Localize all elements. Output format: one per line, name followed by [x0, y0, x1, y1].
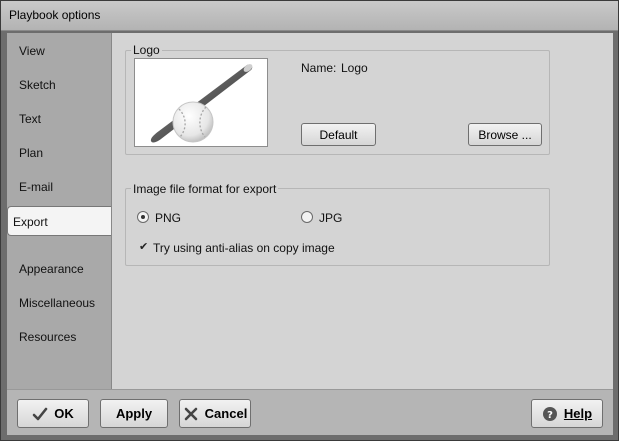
sidebar-item-sketch[interactable]: Sketch [7, 71, 111, 99]
logo-name-value: Logo [341, 61, 368, 75]
sidebar-item-plan[interactable]: Plan [7, 139, 111, 167]
cancel-button-label: Cancel [204, 406, 248, 421]
browse-button[interactable]: Browse ... [468, 123, 542, 146]
png-radio-label[interactable]: PNG [155, 211, 181, 225]
window-title: Playbook options [9, 8, 101, 22]
sidebar-item-label: Text [19, 112, 42, 126]
sidebar-item-label: Plan [19, 146, 44, 160]
sidebar-item-miscellaneous[interactable]: Miscellaneous [7, 289, 111, 317]
sidebar-item-view[interactable]: View [7, 37, 111, 65]
ok-button[interactable]: OK [17, 399, 89, 428]
options-window: Playbook options View Sketch Text Plan E… [0, 0, 619, 441]
sidebar-item-resources[interactable]: Resources [7, 323, 111, 351]
sidebar-item-label: Export [13, 215, 48, 229]
sidebar-item-label: E-mail [19, 180, 54, 194]
cancel-button[interactable]: Cancel [179, 399, 251, 428]
sidebar-item-label: View [19, 44, 45, 58]
ok-button-label: OK [54, 406, 74, 421]
apply-button[interactable]: Apply [100, 399, 168, 428]
sidebar-item-label: Resources [19, 330, 77, 344]
logo-group-legend: Logo [131, 43, 162, 57]
apply-button-label: Apply [115, 406, 153, 421]
radio-selected-dot [141, 215, 145, 219]
baseball-bat-icon [150, 64, 253, 143]
title-bar[interactable]: Playbook options [1, 1, 618, 31]
jpg-radio[interactable] [301, 211, 313, 223]
jpg-radio-label[interactable]: JPG [319, 211, 342, 225]
sidebar-item-email[interactable]: E-mail [7, 173, 111, 201]
sidebar-item-label: Sketch [19, 78, 56, 92]
sidebar-item-label: Appearance [19, 262, 84, 276]
sidebar-item-text[interactable]: Text [7, 105, 111, 133]
help-button-label: Help [563, 406, 593, 421]
help-icon: ? [542, 406, 558, 422]
checkmark-icon [32, 406, 48, 422]
button-bar [7, 389, 613, 435]
logo-name-label: Name: [301, 61, 337, 75]
export-format-legend: Image file format for export [131, 182, 279, 196]
sidebar-item-label: Miscellaneous [19, 296, 96, 310]
antialias-checkbox-label[interactable]: Try using anti-alias on copy image [153, 241, 335, 255]
antialias-checkbox[interactable]: ✔ [139, 242, 149, 253]
cross-icon [183, 406, 199, 422]
sidebar-item-export[interactable]: Export [7, 206, 111, 236]
help-button[interactable]: ? Help [531, 399, 603, 428]
default-button[interactable]: Default [301, 123, 376, 146]
svg-text:?: ? [547, 410, 553, 421]
logo-preview [134, 58, 268, 147]
png-radio[interactable] [137, 211, 149, 223]
sidebar-item-appearance[interactable]: Appearance [7, 255, 111, 283]
